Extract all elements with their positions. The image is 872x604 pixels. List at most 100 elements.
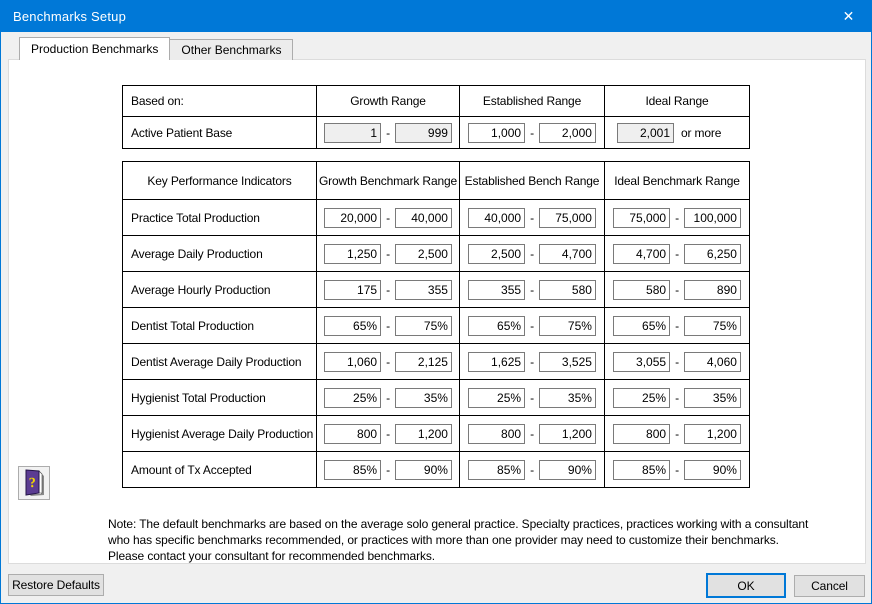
tab-production-benchmarks[interactable]: Production Benchmarks xyxy=(19,37,170,60)
established-max-input[interactable] xyxy=(539,460,596,480)
window-title: Benchmarks Setup xyxy=(1,9,126,24)
patient-established-min-input[interactable] xyxy=(468,123,525,143)
ideal-max-input[interactable] xyxy=(684,460,741,480)
range-separator: - xyxy=(386,391,390,405)
established-min-input[interactable] xyxy=(468,244,525,264)
header-established-bench-range: Established Bench Range xyxy=(460,162,605,200)
header-based-on: Based on: xyxy=(123,86,317,117)
or-more-label: or more xyxy=(681,126,721,140)
ideal-min-input[interactable] xyxy=(613,460,670,480)
established-min-input[interactable] xyxy=(468,460,525,480)
growth-min-input[interactable] xyxy=(324,388,381,408)
ideal-min-input[interactable] xyxy=(613,388,670,408)
established-min-input[interactable] xyxy=(468,208,525,228)
kpi-row-label: Dentist Average Daily Production xyxy=(123,344,317,380)
ideal-max-input[interactable] xyxy=(684,244,741,264)
growth-min-input[interactable] xyxy=(324,316,381,336)
header-growth-benchmark-range: Growth Benchmark Range xyxy=(317,162,460,200)
growth-min-input[interactable] xyxy=(324,424,381,444)
patient-base-label: Active Patient Base xyxy=(123,117,317,149)
established-min-input[interactable] xyxy=(468,388,525,408)
svg-text:?: ? xyxy=(29,476,37,491)
growth-max-input[interactable] xyxy=(395,352,452,372)
benchmarks-setup-dialog: Benchmarks Setup ✕ Production Benchmarks… xyxy=(0,0,872,604)
growth-max-input[interactable] xyxy=(395,244,452,264)
growth-max-input[interactable] xyxy=(395,460,452,480)
ideal-max-input[interactable] xyxy=(684,388,741,408)
range-separator: - xyxy=(675,283,679,297)
tab-label: Other Benchmarks xyxy=(181,43,281,57)
ideal-min-input[interactable] xyxy=(613,352,670,372)
range-separator: - xyxy=(386,211,390,225)
growth-min-input[interactable] xyxy=(324,280,381,300)
growth-min-input[interactable] xyxy=(324,352,381,372)
established-max-input[interactable] xyxy=(539,316,596,336)
ideal-max-input[interactable] xyxy=(684,316,741,336)
established-min-input[interactable] xyxy=(468,424,525,444)
growth-max-input[interactable] xyxy=(395,316,452,336)
range-separator: - xyxy=(530,283,534,297)
established-min-input[interactable] xyxy=(468,352,525,372)
established-min-input[interactable] xyxy=(468,280,525,300)
kpi-table-body: Practice Total Production - - - Average Dail… xyxy=(123,200,750,488)
kpi-row-label: Average Daily Production xyxy=(123,236,317,272)
established-max-input[interactable] xyxy=(539,388,596,408)
ideal-min-input[interactable] xyxy=(613,316,670,336)
growth-min-input[interactable] xyxy=(324,208,381,228)
ideal-max-input[interactable] xyxy=(684,280,741,300)
restore-defaults-button[interactable]: Restore Defaults xyxy=(8,574,104,596)
range-separator: - xyxy=(675,355,679,369)
patient-established-max-input[interactable] xyxy=(539,123,596,143)
range-separator: - xyxy=(530,355,534,369)
growth-max-input[interactable] xyxy=(395,280,452,300)
range-separator: - xyxy=(675,211,679,225)
kpi-row: Average Daily Production--- xyxy=(123,236,750,272)
tab-label: Production Benchmarks xyxy=(31,42,158,56)
established-max-input[interactable] xyxy=(539,208,596,228)
ideal-max-input[interactable] xyxy=(684,424,741,444)
kpi-table: Key Performance Indicators Growth Benchm… xyxy=(122,161,750,488)
ok-button[interactable]: OK xyxy=(706,573,786,598)
patient-base-row: Active Patient Base - - xyxy=(123,117,750,149)
kpi-row: Dentist Total Production--- xyxy=(123,308,750,344)
established-max-input[interactable] xyxy=(539,424,596,444)
patient-growth-min-input xyxy=(324,123,381,143)
close-icon: ✕ xyxy=(843,8,855,25)
growth-max-input[interactable] xyxy=(395,208,452,228)
ideal-min-input[interactable] xyxy=(613,208,670,228)
range-separator: - xyxy=(386,427,390,441)
range-separator: - xyxy=(530,126,534,140)
range-separator: - xyxy=(386,247,390,261)
ideal-min-input[interactable] xyxy=(613,280,670,300)
kpi-row: Average Hourly Production--- xyxy=(123,272,750,308)
kpi-row-label: Dentist Total Production xyxy=(123,308,317,344)
kpi-row: Hygienist Average Daily Production--- xyxy=(123,416,750,452)
growth-max-input[interactable] xyxy=(395,424,452,444)
kpi-row-label: Practice Total Production xyxy=(123,200,317,236)
kpi-row: Practice Total Production--- xyxy=(123,200,750,236)
tab-other-benchmarks[interactable]: Other Benchmarks xyxy=(170,39,293,60)
note-line: Note: The default benchmarks are based o… xyxy=(108,516,808,532)
ideal-max-input[interactable] xyxy=(684,352,741,372)
range-separator: - xyxy=(530,391,534,405)
range-separator: - xyxy=(386,463,390,477)
range-separator: - xyxy=(675,319,679,333)
ideal-max-input[interactable] xyxy=(684,208,741,228)
kpi-row-label: Average Hourly Production xyxy=(123,272,317,308)
help-button[interactable]: ? xyxy=(18,466,50,500)
established-max-input[interactable] xyxy=(539,280,596,300)
growth-max-input[interactable] xyxy=(395,388,452,408)
established-max-input[interactable] xyxy=(539,244,596,264)
close-button[interactable]: ✕ xyxy=(826,1,871,32)
header-ideal-benchmark-range: Ideal Benchmark Range xyxy=(605,162,750,200)
range-separator: - xyxy=(530,463,534,477)
ideal-min-input[interactable] xyxy=(613,424,670,444)
growth-min-input[interactable] xyxy=(324,460,381,480)
kpi-row: Amount of Tx Accepted--- xyxy=(123,452,750,488)
cancel-button[interactable]: Cancel xyxy=(794,575,865,597)
ideal-min-input[interactable] xyxy=(613,244,670,264)
established-max-input[interactable] xyxy=(539,352,596,372)
growth-min-input[interactable] xyxy=(324,244,381,264)
established-min-input[interactable] xyxy=(468,316,525,336)
range-separator: - xyxy=(530,319,534,333)
